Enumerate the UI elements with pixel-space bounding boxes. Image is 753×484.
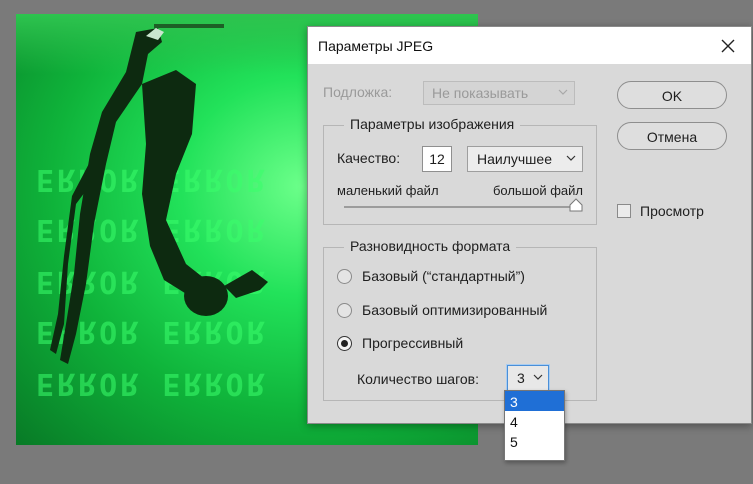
close-icon [721, 39, 735, 52]
scans-label: Количество шагов: [357, 371, 480, 387]
image-options-legend: Параметры изображения [344, 116, 521, 132]
preview-label: Просмотр [640, 203, 704, 219]
dropdown-option-4[interactable]: 4 [505, 411, 564, 431]
radio-button[interactable] [337, 302, 352, 318]
dialog-body: Подложка: Не показывать Параметры изобра… [308, 64, 751, 424]
backdrop-label: Подложка: [323, 84, 393, 100]
jpeg-options-dialog: Параметры JPEG Подложка: Не показывать П… [307, 26, 752, 424]
dropdown-option-3[interactable]: 3 [505, 391, 564, 411]
quality-slider[interactable] [344, 198, 583, 212]
radio-button[interactable] [337, 268, 352, 284]
chevron-down-icon [566, 155, 576, 161]
preview-checkbox[interactable] [617, 204, 631, 218]
radio-label: Прогрессивный [362, 335, 464, 351]
scans-dropdown-list: 3 4 5 [504, 390, 565, 461]
quality-label: Качество: [337, 150, 401, 166]
backdrop-select-value: Не показывать [432, 85, 529, 101]
quality-slider-thumb[interactable] [569, 198, 583, 212]
scans-select[interactable]: 3 [507, 365, 549, 391]
quality-input[interactable]: 12 [422, 146, 452, 172]
quality-preset-value: Наилучшее [477, 151, 552, 167]
chevron-down-icon [558, 89, 568, 95]
radio-baseline-optimized[interactable]: Базовый оптимизированный [337, 302, 547, 318]
radio-progressive[interactable]: Прогрессивный [337, 335, 463, 351]
preview-checkbox-row[interactable]: Просмотр [617, 203, 704, 219]
format-options-group: Разновидность формата Базовый (“стандарт… [323, 238, 597, 401]
chevron-down-icon [533, 374, 543, 380]
cancel-button[interactable]: Отмена [617, 122, 727, 150]
small-file-label: маленький файл [337, 183, 439, 198]
ok-button[interactable]: OK [617, 81, 727, 109]
scans-select-value: 3 [517, 370, 525, 386]
radio-label: Базовый оптимизированный [362, 302, 548, 318]
radio-label: Базовый (“стандартный”) [362, 268, 525, 284]
close-button[interactable] [705, 27, 751, 64]
large-file-label: большой файл [492, 183, 583, 198]
dialog-title: Параметры JPEG [318, 38, 434, 54]
quality-preset-select[interactable]: Наилучшее [467, 146, 583, 172]
backdrop-select[interactable]: Не показывать [423, 81, 575, 105]
radio-baseline-standard[interactable]: Базовый (“стандартный”) [337, 268, 525, 284]
dialog-titlebar: Параметры JPEG [308, 27, 751, 64]
dropdown-option-5[interactable]: 5 [505, 431, 564, 451]
image-options-group: Параметры изображения Качество: 12 Наилу… [323, 116, 597, 225]
radio-button-checked[interactable] [337, 335, 352, 351]
falling-figure-image [50, 24, 268, 364]
format-options-legend: Разновидность формата [344, 238, 517, 254]
